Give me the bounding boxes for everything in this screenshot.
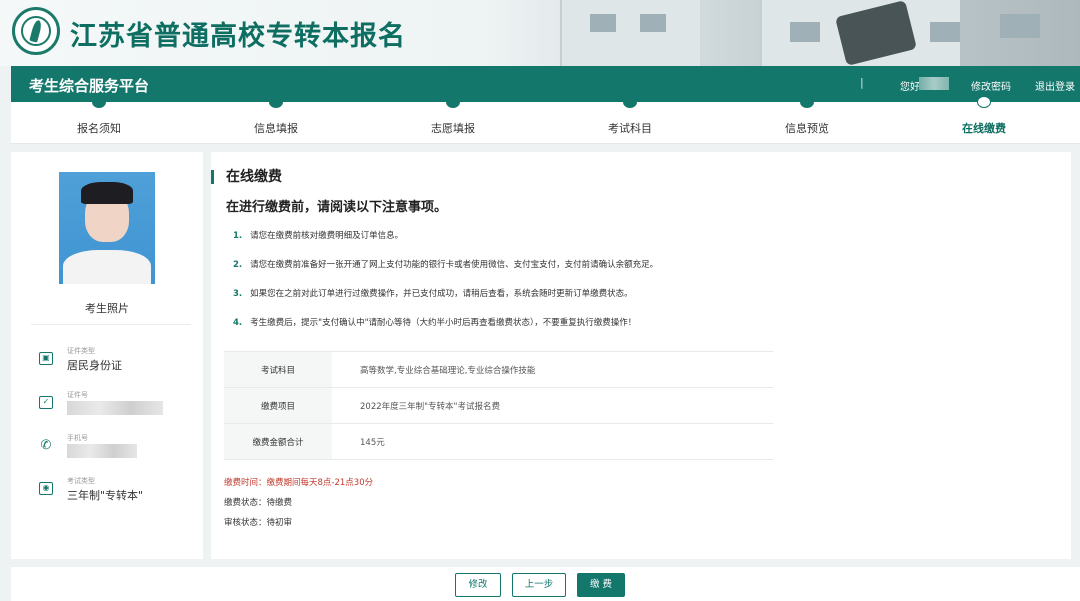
- step-notice[interactable]: 报名须知: [39, 96, 159, 144]
- step-dot: [92, 96, 106, 108]
- banner-window: [1000, 14, 1040, 38]
- action-bar: 修改 上一步 缴 费: [11, 567, 1080, 601]
- step-label: 志愿填报: [431, 122, 475, 135]
- progress-steps: 报名须知 信息填报 志愿填报 考试科目 信息预览 在线缴费: [11, 96, 1080, 144]
- divider: [31, 324, 191, 325]
- redacted-username: [919, 77, 949, 90]
- table-value: 高等数学,专业综合基础理论,专业综合操作技能: [332, 351, 773, 388]
- step-preview[interactable]: 信息预览: [747, 96, 867, 144]
- table-key: 缴费项目: [224, 387, 332, 424]
- previous-step-button[interactable]: 上一步: [512, 573, 566, 597]
- photo-caption: 考生照片: [85, 302, 129, 315]
- step-dot: [623, 96, 637, 108]
- info-label: 考试类型: [67, 477, 95, 485]
- redacted-id-number: [67, 401, 163, 415]
- candidate-photo: [59, 172, 155, 284]
- notice-item: 1. 请您在缴费前核对缴费明细及订单信息。: [233, 231, 404, 241]
- step-label: 考试科目: [608, 122, 652, 135]
- phone-icon: ✆: [40, 438, 52, 453]
- step-label-active: 在线缴费: [962, 122, 1006, 135]
- info-exam-type: ◉ 考试类型 三年制"专转本": [37, 474, 197, 514]
- notice-item: 3. 如果您在之前对此订单进行过缴费操作，并已支付成功，请稍后查看，系统会随时更新…: [233, 289, 633, 299]
- step-dot: [800, 96, 814, 108]
- change-password-link[interactable]: 修改密码: [971, 78, 1011, 93]
- step-payment[interactable]: 在线缴费: [924, 96, 1044, 144]
- header-separator: |: [860, 76, 864, 89]
- table-key: 考试科目: [224, 351, 332, 388]
- table-row: 缴费项目 2022年度三年制"专转本"考试报名费: [224, 387, 773, 424]
- step-label: 信息填报: [254, 122, 298, 135]
- redacted-phone: [67, 444, 137, 458]
- school-logo-icon: [12, 7, 60, 55]
- info-label: 证件类型: [67, 347, 95, 355]
- banner-background: [560, 0, 700, 66]
- title-accent-bar: [211, 170, 214, 184]
- info-value: 居民身份证: [67, 359, 122, 372]
- modify-button[interactable]: 修改: [455, 573, 501, 597]
- table-key: 缴费金额合计: [224, 423, 332, 460]
- info-id-type: ▣ 证件类型 居民身份证: [37, 344, 197, 384]
- payment-panel: 在线缴费 在进行缴费前，请阅读以下注意事项。 1. 请您在缴费前核对缴费明细及订单…: [211, 152, 1071, 559]
- notice-heading: 在进行缴费前，请阅读以下注意事项。: [226, 200, 448, 215]
- step-label: 信息预览: [785, 122, 829, 135]
- document-icon: ◉: [39, 482, 53, 495]
- info-label: 手机号: [67, 434, 88, 442]
- id-card-icon: ▣: [39, 352, 53, 365]
- fee-details-table: 考试科目 高等数学,专业综合基础理论,专业综合操作技能 缴费项目 2022年度三…: [224, 351, 773, 460]
- notice-item: 2. 请您在缴费前准备好一张开通了网上支付功能的银行卡或者使用微信、支付宝支付，支…: [233, 260, 659, 270]
- info-value: 三年制"专转本": [67, 489, 144, 502]
- pay-button[interactable]: 缴 费: [577, 573, 625, 597]
- review-status: 审核状态：待初审: [224, 518, 293, 528]
- banner-window: [590, 14, 616, 32]
- banner-window: [930, 22, 960, 42]
- step-dot: [446, 96, 460, 108]
- clipboard-icon: ✓: [39, 396, 53, 409]
- platform-name: 考生综合服务平台: [29, 77, 150, 95]
- info-label: 证件号: [67, 391, 88, 399]
- step-preference[interactable]: 志愿填报: [393, 96, 513, 144]
- payment-time: 缴费时间：缴费期间每天8点-21点30分: [224, 478, 374, 488]
- site-title: 江苏省普通高校专转本报名: [70, 21, 406, 52]
- logout-link[interactable]: 退出登录: [1035, 78, 1075, 93]
- step-label: 报名须知: [77, 122, 121, 135]
- banner-window: [640, 14, 666, 32]
- page-title: 在线缴费: [226, 169, 282, 185]
- table-row: 考试科目 高等数学,专业综合基础理论,专业综合操作技能: [224, 351, 773, 388]
- top-nav-bar: 考生综合服务平台 | 您好 修改密码 退出登录: [11, 66, 1080, 102]
- step-dot: [269, 96, 283, 108]
- site-banner: 江苏省普通高校专转本报名: [0, 0, 1080, 66]
- table-value: 2022年度三年制"专转本"考试报名费: [332, 387, 773, 424]
- notice-item: 4. 考生缴费后，提示"支付确认中"请耐心等待（大约半小时后再查看缴费状态），不要…: [233, 318, 637, 328]
- info-id-number: ✓ 证件号: [37, 388, 197, 428]
- step-info-fill[interactable]: 信息填报: [216, 96, 336, 144]
- payment-status: 缴费状态：待缴费: [224, 498, 293, 508]
- step-dot-current: [977, 96, 991, 108]
- table-row: 缴费金额合计 145元: [224, 423, 773, 460]
- profile-panel: 考生照片 ▣ 证件类型 居民身份证 ✓ 证件号 ✆ 手机号 ◉ 考试类型 三年制…: [11, 152, 203, 559]
- banner-window: [790, 22, 820, 42]
- step-subjects[interactable]: 考试科目: [570, 96, 690, 144]
- table-value: 145元: [332, 423, 773, 460]
- info-phone: ✆ 手机号: [37, 431, 197, 471]
- user-greeting: 您好: [900, 82, 920, 93]
